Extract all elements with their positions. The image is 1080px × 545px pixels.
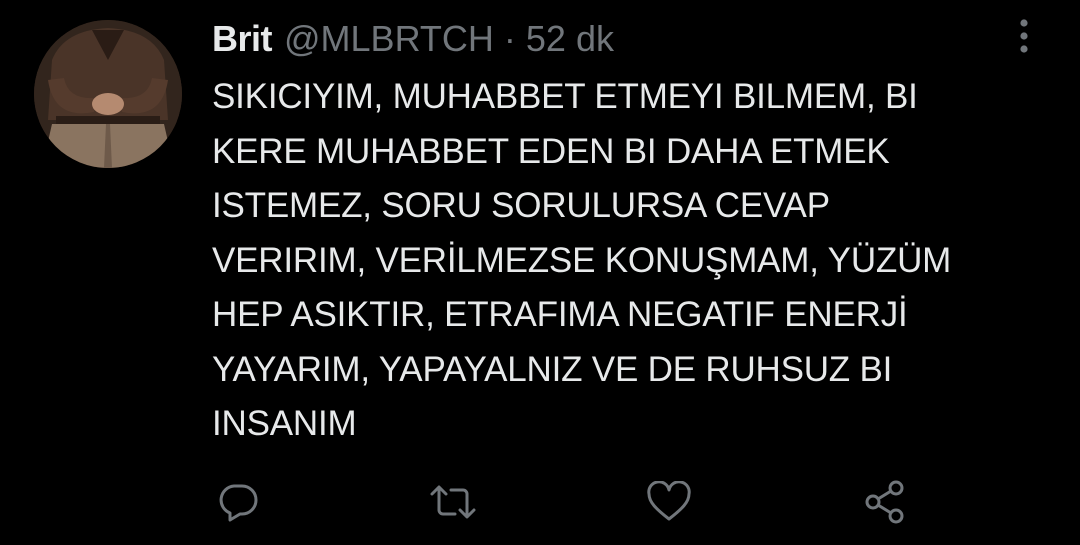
tweet-header: Brit @MLBRTCH · 52 dk (212, 18, 614, 60)
separator-dot: · (503, 18, 516, 59)
avatar[interactable] (34, 20, 182, 168)
retweet-icon (430, 485, 476, 519)
tweet[interactable]: Brit @MLBRTCH · 52 dk SIKICIYIM, MUHABBE… (0, 0, 1080, 545)
user-handle[interactable]: @MLBRTCH (284, 18, 494, 60)
tweet-text: SIKICIYIM, MUHABBET ETMEYI BILMEM, BI KE… (212, 77, 952, 443)
timestamp[interactable]: 52 dk (526, 18, 614, 60)
retweet-button[interactable] (425, 474, 481, 530)
reply-button[interactable] (210, 474, 266, 530)
reply-bubble-icon (219, 484, 258, 522)
share-icon (865, 480, 904, 524)
like-button[interactable] (641, 474, 697, 530)
display-name[interactable]: Brit (212, 18, 273, 60)
more-vertical-icon (1020, 19, 1028, 53)
heart-icon (647, 481, 691, 521)
tweet-actions (0, 474, 1080, 530)
avatar-image (34, 20, 182, 168)
more-options-button[interactable] (1004, 14, 1044, 58)
share-button[interactable] (857, 474, 913, 530)
